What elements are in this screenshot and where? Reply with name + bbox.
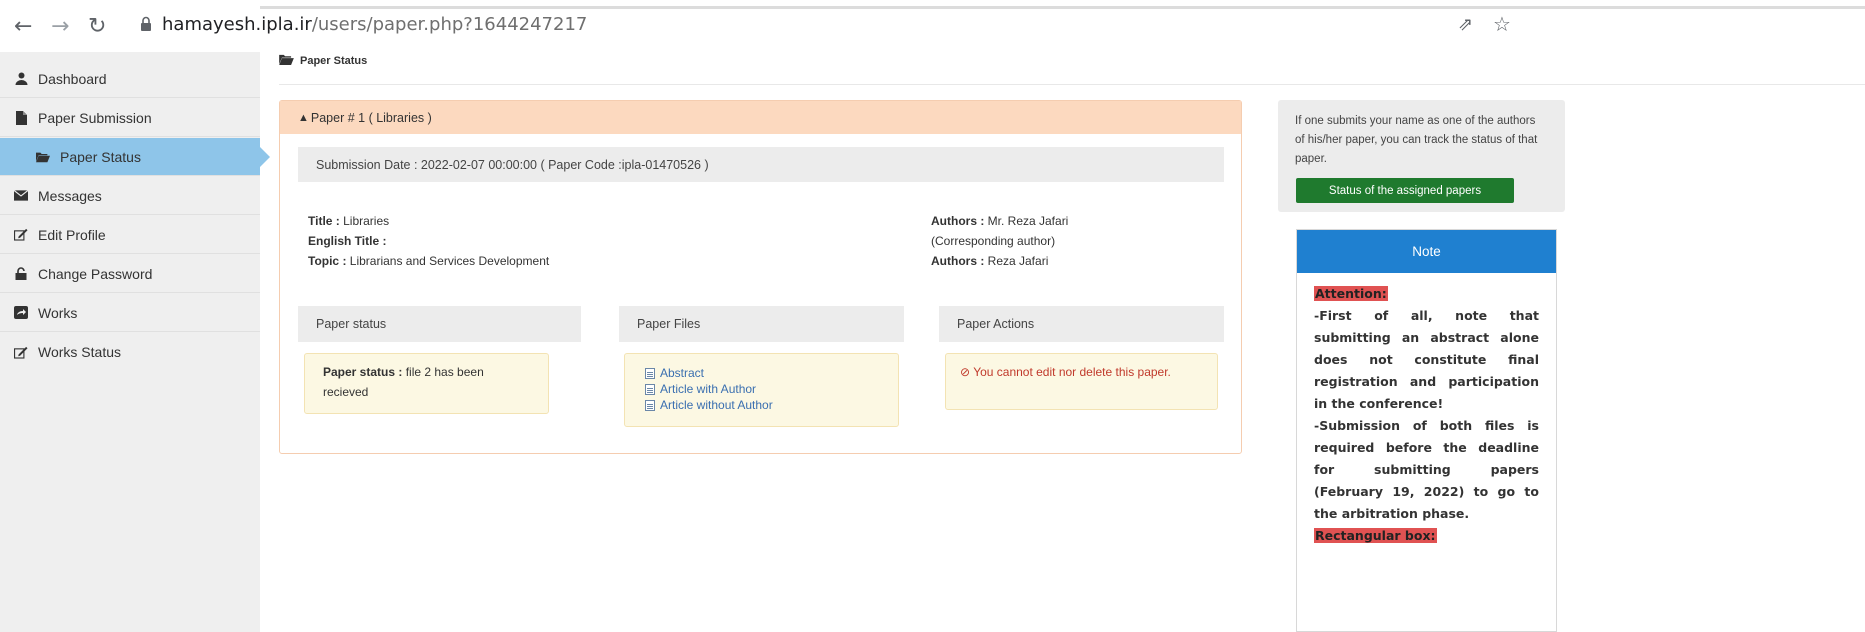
note-title: Note: [1412, 244, 1441, 259]
sidebar-item-works[interactable]: Works: [0, 294, 260, 332]
url-path: /users/paper.php?1644247217: [311, 14, 588, 35]
paper-actions-heading: Paper Actions: [939, 306, 1224, 342]
share-icon[interactable]: ⇗: [1458, 14, 1473, 35]
rectangular-box-label: Rectangular box:: [1314, 528, 1437, 543]
submission-info: Submission Date : 2022-02-07 00:00:00 ( …: [316, 157, 709, 172]
sidebar-item-label: Dashboard: [38, 70, 107, 87]
paper-status-box: Paper status : file 2 has been recieved: [304, 353, 549, 414]
sidebar-item-label: Edit Profile: [38, 226, 106, 243]
authors-value: Reza Jafari: [984, 254, 1049, 268]
file-icon: [14, 110, 28, 125]
title-value: Libraries: [339, 214, 390, 228]
sidebar-item-label: Change Password: [38, 265, 153, 282]
sidebar-item-paper-status[interactable]: Paper Status: [0, 138, 270, 176]
paper-files-heading: Paper Files: [619, 306, 904, 342]
sidebar-item-paper-submission[interactable]: Paper Submission: [0, 99, 260, 137]
paper-details: Title : Libraries English Title : Topic …: [308, 211, 549, 271]
sidebar-item-label: Messages: [38, 187, 102, 204]
file-link-abstract[interactable]: Abstract: [645, 365, 878, 381]
topic-label: Topic :: [308, 254, 347, 268]
paper-actions-message: You cannot edit nor delete this paper.: [973, 365, 1171, 379]
title-label: Title :: [308, 214, 340, 228]
page-title: Paper Status: [300, 55, 368, 67]
paper-status-heading-text: Paper status: [316, 317, 387, 331]
authors-label: Authors :: [931, 254, 985, 268]
file-link-article-with-author[interactable]: Article with Author: [645, 381, 878, 397]
note-panel: Note Attention: -First of all, note that…: [1296, 229, 1557, 632]
sidebar-item-label: Paper Submission: [38, 109, 152, 126]
edit-icon: [14, 346, 28, 359]
user-icon: [14, 72, 28, 85]
note-header: Note: [1297, 230, 1556, 273]
tab-strip-edge: [260, 6, 1865, 9]
share-square-icon: [14, 306, 28, 319]
assigned-papers-button-label: Status of the assigned papers: [1328, 184, 1482, 197]
authors-value: Mr. Reza Jafari: [984, 214, 1069, 228]
note-paragraph: -First of all, note that submitting an a…: [1314, 308, 1539, 411]
file-link-article-without-author[interactable]: Article without Author: [645, 397, 878, 413]
paper-panel-header[interactable]: ▲ Paper # 1 ( Libraries ): [280, 101, 1241, 134]
url-host: hamayesh.ipla.ir: [162, 14, 312, 35]
note-paragraph: -Submission of both files is required be…: [1314, 418, 1539, 521]
sidebar-item-label: Works Status: [38, 344, 121, 360]
file-link-label: Article without Author: [660, 398, 773, 412]
attention-label: Attention:: [1314, 286, 1388, 301]
envelope-icon: [14, 189, 28, 202]
file-link-label: Article with Author: [660, 382, 757, 396]
ban-icon: ⊘: [960, 365, 971, 379]
chevron-up-icon: ▲: [298, 111, 309, 124]
submission-info-bar: Submission Date : 2022-02-07 00:00:00 ( …: [298, 147, 1224, 182]
reload-icon[interactable]: ↻: [88, 14, 106, 39]
arrow-left-icon[interactable]: ←: [14, 14, 32, 39]
sidebar-item-dashboard[interactable]: Dashboard: [0, 60, 260, 98]
note-body: Attention: -First of all, note that subm…: [1297, 273, 1556, 547]
sidebar-item-works-status[interactable]: Works Status: [0, 333, 260, 371]
edit-icon: [14, 228, 28, 241]
divider: [279, 84, 1865, 85]
paper-actions-box: ⊘ You cannot edit nor delete this paper.: [945, 353, 1218, 410]
star-icon[interactable]: ☆: [1493, 12, 1511, 36]
assigned-papers-button[interactable]: Status of the assigned papers: [1296, 178, 1514, 203]
sidebar-item-messages[interactable]: Messages: [0, 177, 260, 215]
arrow-right-icon[interactable]: →: [51, 14, 69, 39]
paper-authors: Authors : Mr. Reza Jafari (Corresponding…: [931, 211, 1068, 271]
paper-status-heading: Paper status: [298, 306, 581, 342]
sidebar-item-edit-profile[interactable]: Edit Profile: [0, 216, 260, 254]
folder-open-icon: [36, 150, 50, 163]
paper-actions-heading-text: Paper Actions: [957, 317, 1035, 331]
address-bar[interactable]: hamayesh.ipla.ir/users/paper.php?1644247…: [162, 14, 587, 35]
topic-value: Librarians and Services Development: [346, 254, 550, 268]
sidebar: Dashboard Paper Submission Paper Status …: [0, 52, 270, 632]
folder-open-icon: [279, 54, 294, 68]
file-link-label: Abstract: [660, 366, 705, 380]
paper-title-header: Paper # 1 ( Libraries ): [310, 110, 432, 125]
authors-label: Authors :: [931, 214, 985, 228]
document-icon: [645, 383, 655, 395]
sidebar-item-change-password[interactable]: Change Password: [0, 255, 260, 293]
paper-panel: ▲ Paper # 1 ( Libraries ) Submission Dat…: [279, 100, 1242, 454]
lock-icon: [14, 267, 28, 280]
lock-icon: [141, 16, 151, 31]
breadcrumb: Paper Status: [279, 52, 367, 70]
paper-status-label: Paper status :: [323, 365, 403, 379]
document-icon: [645, 399, 655, 411]
assigned-papers-text: If one submits your name as one of the a…: [1295, 115, 1538, 165]
sidebar-item-label: Works: [38, 304, 78, 321]
english-title-label: English Title :: [308, 234, 387, 248]
sidebar-item-label: Paper Status: [60, 148, 141, 165]
corresponding-author-note: (Corresponding author): [931, 234, 1056, 248]
document-icon: [645, 367, 655, 379]
paper-files-box: Abstract Article with Author Article wit…: [624, 353, 899, 427]
paper-files-heading-text: Paper Files: [637, 317, 701, 331]
browser-toolbar: ← → ↻ hamayesh.ipla.ir/users/paper.php?1…: [0, 0, 1865, 52]
